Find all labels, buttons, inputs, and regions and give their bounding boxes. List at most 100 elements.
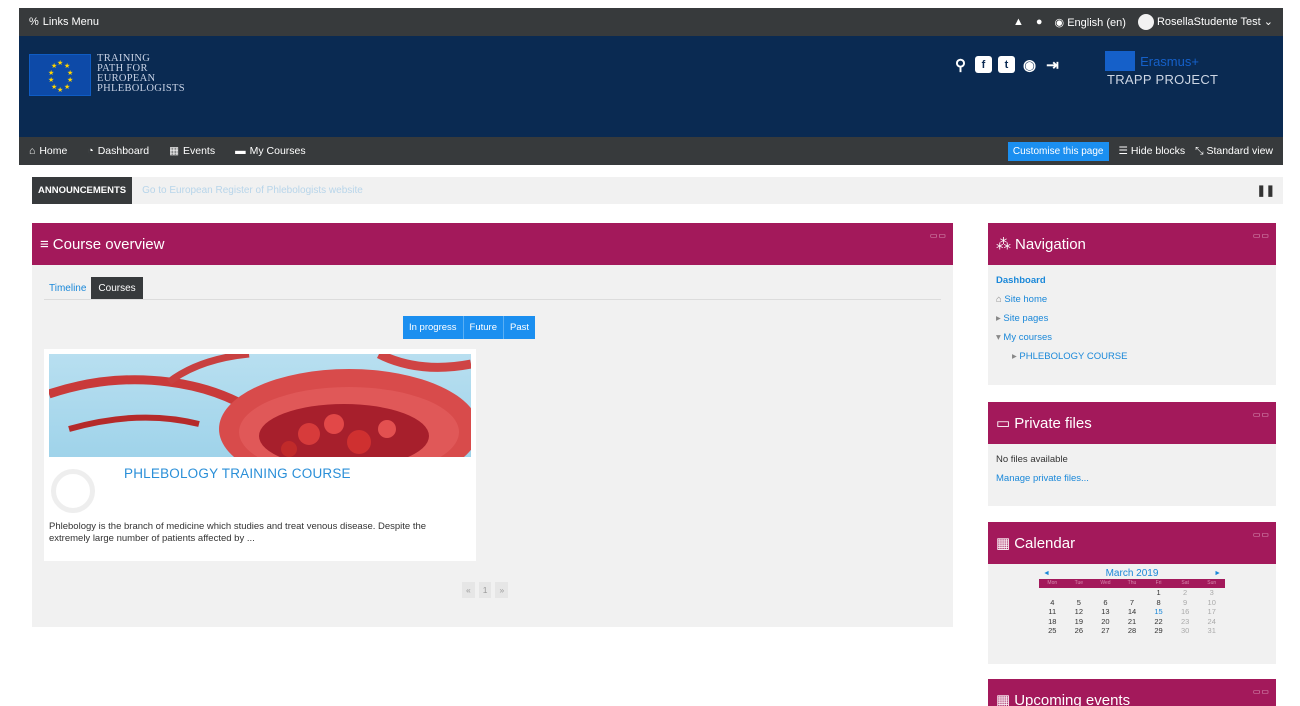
pager-page[interactable]: 1 [478, 582, 492, 598]
calendar-day[interactable]: 30 [1172, 626, 1199, 636]
no-files-text: No files available [996, 454, 1068, 465]
calendar-icon: ▦ [996, 535, 1011, 552]
manage-files-link[interactable]: Manage private files... [996, 473, 1268, 484]
bell-icon[interactable]: ▲ [1013, 16, 1024, 28]
course-title-link[interactable]: PHLEBOLOGY TRAINING COURSE [124, 466, 351, 481]
links-menu-label: Links Menu [42, 16, 100, 28]
caret-right-icon: ▸ [996, 313, 1001, 324]
brand-text[interactable]: TRAINING PATH FOR EUROPEAN PHLEBOLOGISTS [97, 53, 185, 94]
prev-month-icon[interactable]: ◄ [1043, 570, 1050, 577]
block-controls-icon[interactable]: ▭▭ [1253, 410, 1270, 419]
calendar-day[interactable]: 23 [1172, 617, 1199, 627]
nav-label: My Courses [249, 145, 306, 157]
chat-icon[interactable]: ● [1036, 16, 1043, 28]
customise-page-button[interactable]: Customise this page [1007, 141, 1109, 161]
block-controls-icon[interactable]: ▭▭ [1253, 231, 1270, 240]
hide-blocks-button[interactable]: ☰ Hide blocks [1119, 145, 1186, 157]
calendar-day[interactable]: 7 [1119, 598, 1146, 608]
nav-label: Home [39, 145, 68, 157]
calendar-day[interactable]: 19 [1066, 617, 1093, 627]
calendar-day[interactable]: 2 [1172, 588, 1199, 598]
calendar-day[interactable]: 10 [1198, 598, 1225, 608]
block-controls-icon[interactable]: ▭▭ [1253, 687, 1270, 696]
weekday-label: Tue [1074, 580, 1084, 586]
nav-dashboard[interactable]: ◔ Dashboard [87, 145, 149, 157]
filter-in-progress-button[interactable]: In progress [403, 316, 464, 339]
calendar-day[interactable]: 22 [1145, 617, 1172, 627]
course-overview-header: ≡ Course overview ▭▭ [32, 223, 953, 265]
calendar-day[interactable]: 9 [1172, 598, 1199, 608]
login-icon[interactable]: ⇥ [1044, 56, 1061, 74]
calendar-day[interactable]: 5 [1066, 598, 1093, 608]
eu-flag-logo: ★ ★ ★ ★ ★ ★ ★ ★ ★ ★ [29, 54, 91, 96]
next-month-icon[interactable]: ► [1214, 570, 1221, 577]
calendar-day[interactable]: 29 [1145, 626, 1172, 636]
pager-prev[interactable]: « [462, 582, 475, 598]
twitter-icon[interactable]: t [998, 56, 1015, 73]
weekday-label: Fri [1155, 580, 1162, 586]
calendar-day[interactable]: 12 [1066, 607, 1093, 617]
nav-phlebology-course[interactable]: ▸ PHLEBOLOGY COURSE [996, 351, 1268, 362]
calendar-month[interactable]: March 2019 [1106, 568, 1159, 579]
nav-events[interactable]: ▦ Events [169, 145, 215, 157]
calendar-day [1039, 588, 1066, 598]
pagination: « 1 » [462, 582, 509, 598]
user-menu[interactable]: RosellaStudente Test ⌄ [1137, 14, 1273, 30]
nav-site-home[interactable]: ⌂ Site home [996, 294, 1268, 305]
globe-icon[interactable]: ◉ [1021, 56, 1038, 74]
calendar-day[interactable]: 31 [1198, 626, 1225, 636]
calendar-day[interactable]: 11 [1039, 607, 1066, 617]
calendar-day[interactable]: 20 [1092, 617, 1119, 627]
announcement-link[interactable]: Go to European Register of Phlebologists… [142, 185, 363, 196]
course-card[interactable]: PHLEBOLOGY TRAINING COURSE Phlebology is… [44, 349, 476, 561]
vein-illustration [49, 354, 471, 457]
filter-future-button[interactable]: Future [463, 316, 504, 339]
hide-blocks-icon: ☰ [1118, 145, 1128, 157]
calendar-icon: ▦ [169, 145, 179, 157]
calendar-day [1066, 588, 1093, 598]
block-controls-icon[interactable]: ▭▭ [1253, 530, 1270, 539]
calendar-day[interactable]: 24 [1198, 617, 1225, 627]
navigation-block: ⁂ Navigation ▭▭ Dashboard ⌂ Site home ▸ … [988, 223, 1276, 385]
nav-home[interactable]: ⌂ Home [29, 145, 67, 157]
calendar-day[interactable]: 21 [1119, 617, 1146, 627]
tab-divider [44, 299, 941, 300]
calendar-grid: 1 2 3 4 5 6 7 8 9 10 11 12 13 14 15 16 17 18 19 20 21 22 23 24 2… [1039, 588, 1225, 636]
facebook-icon[interactable]: f [975, 56, 992, 73]
calendar-day[interactable]: 3 [1198, 588, 1225, 598]
pager-next[interactable]: » [495, 582, 509, 598]
block-title: Course overview [52, 235, 165, 253]
calendar-day[interactable]: 17 [1198, 607, 1225, 617]
course-image[interactable] [49, 354, 471, 457]
calendar-day[interactable]: 1 [1145, 588, 1172, 598]
calendar-day[interactable]: 16 [1172, 607, 1199, 617]
nav-site-pages[interactable]: ▸ Site pages [996, 313, 1268, 324]
calendar-day[interactable]: 26 [1066, 626, 1093, 636]
calendar-block: ▦ Calendar ▭▭ ◄ March 2019 ► Mon Tue Wed Th… [988, 522, 1276, 664]
calendar-day[interactable]: 14 [1119, 607, 1146, 617]
calendar-day[interactable]: 15 [1145, 607, 1172, 617]
nav-my-courses-link[interactable]: ▾ My courses [996, 332, 1268, 343]
tab-courses[interactable]: Courses [91, 277, 143, 300]
calendar-day[interactable]: 18 [1039, 617, 1066, 627]
links-menu[interactable]: % Links Menu [29, 16, 99, 28]
calendar-day[interactable]: 8 [1145, 598, 1172, 608]
calendar-day[interactable]: 13 [1092, 607, 1119, 617]
pause-icon[interactable]: ❚❚ [1257, 184, 1275, 197]
nav-dashboard-link[interactable]: Dashboard [996, 275, 1268, 286]
nav-my-courses[interactable]: ▬ My Courses [235, 145, 306, 157]
block-controls-icon[interactable]: ▭▭ [930, 231, 947, 240]
calendar-day[interactable]: 28 [1119, 626, 1146, 636]
standard-view-button[interactable]: ⤡ Standard view [1195, 145, 1273, 158]
calendar-day[interactable]: 6 [1092, 598, 1119, 608]
search-icon[interactable]: ⚲ [952, 56, 969, 74]
calendar-day[interactable]: 4 [1039, 598, 1066, 608]
calendar-day[interactable]: 27 [1092, 626, 1119, 636]
nav-link-label: Site pages [1003, 313, 1049, 324]
calendar-day[interactable]: 25 [1039, 626, 1066, 636]
filter-past-button[interactable]: Past [504, 316, 536, 339]
language-menu[interactable]: ◉ English (en) [1055, 16, 1126, 29]
tab-timeline[interactable]: Timeline [44, 277, 91, 300]
site-header: ★ ★ ★ ★ ★ ★ ★ ★ ★ ★ TRAINING PATH FOR EUROPEAN… [19, 36, 1283, 137]
weekday-label: Thu [1127, 580, 1137, 586]
